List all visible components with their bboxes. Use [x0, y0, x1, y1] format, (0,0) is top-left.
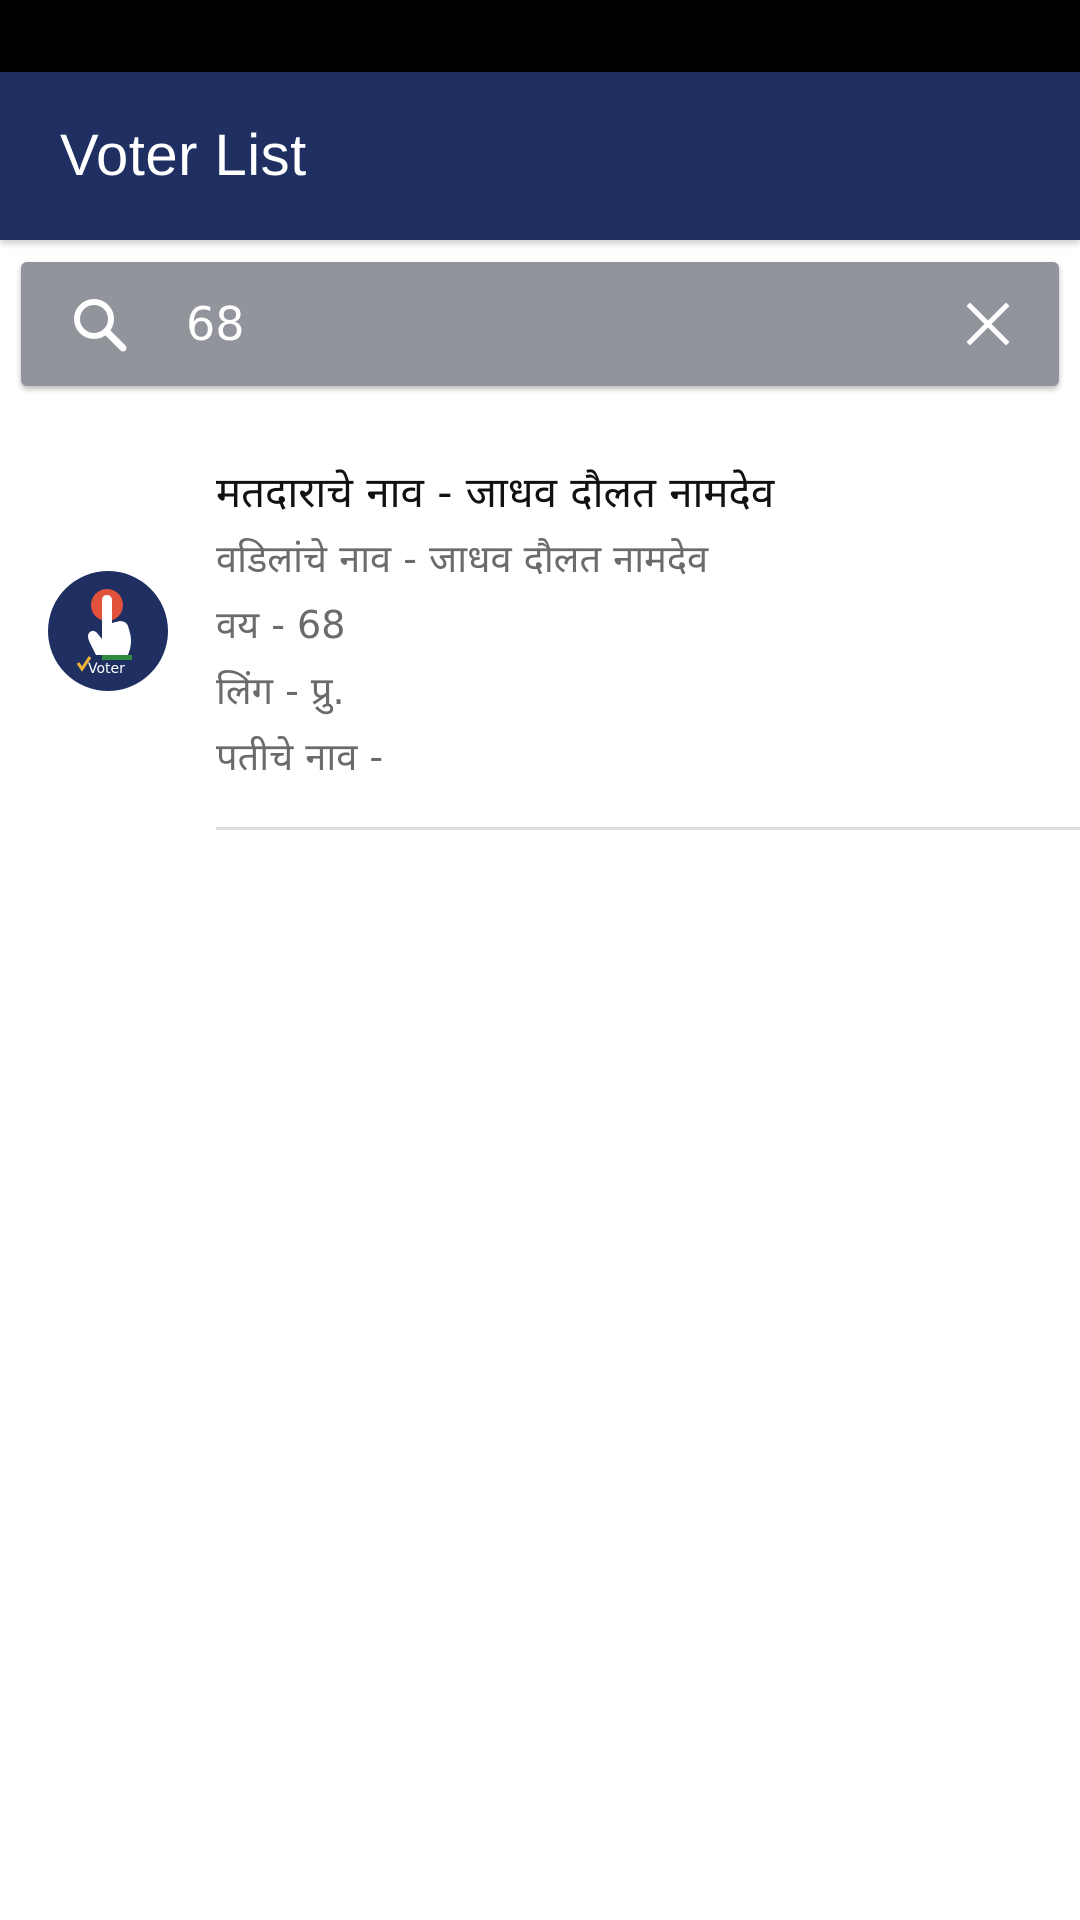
app-bar: Voter List [0, 72, 1080, 240]
page-title: Voter List [60, 123, 307, 188]
search-icon [74, 299, 127, 352]
age: वय - 68 [216, 603, 346, 647]
voter-name: मतदाराचे नाव - जाधव दौलत नामदेव [216, 468, 775, 517]
list-divider [216, 827, 1080, 830]
close-icon[interactable] [964, 300, 1012, 348]
gender: लिंग - प्रु. [216, 669, 345, 713]
father-name: वडिलांचे नाव - जाधव दौलत नामदेव [216, 537, 709, 581]
voter-logo-avatar: Voter [48, 571, 168, 691]
list-item[interactable]: Voter मतदाराचे नाव - जाधव दौलत नामदेव वड… [0, 440, 1080, 830]
avatar-label: Voter [88, 661, 125, 677]
status-bar [0, 0, 1080, 72]
search-input[interactable] [186, 274, 906, 374]
husband-name: पतीचे नाव - [216, 735, 384, 779]
